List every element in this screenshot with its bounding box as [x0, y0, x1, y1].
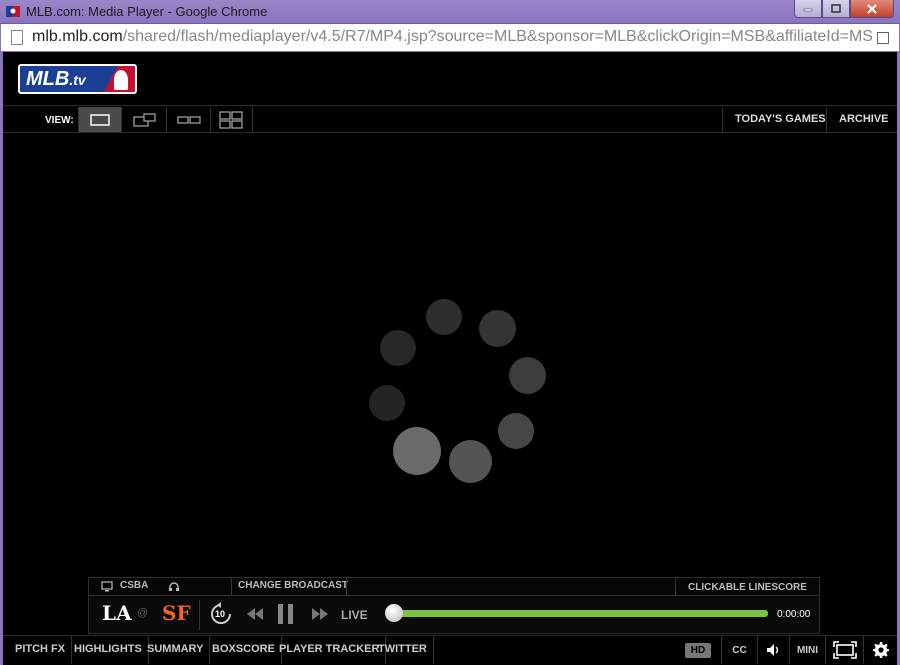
window-border-left — [0, 52, 3, 665]
at-symbol: @ — [137, 607, 149, 619]
view-side-by-side-button[interactable] — [167, 107, 211, 132]
elapsed-time: 0:00:00 — [777, 609, 811, 620]
rewind-10-button[interactable]: 10 — [209, 602, 233, 626]
archive-link[interactable]: ARCHIVE — [826, 107, 897, 133]
skip-back-button[interactable] — [246, 607, 264, 621]
close-button[interactable] — [850, 0, 894, 18]
view-pip-button[interactable] — [123, 107, 167, 132]
page-action-icon[interactable] — [877, 32, 889, 44]
mlbtv-logo[interactable]: MLB.tv — [18, 64, 137, 94]
todays-games-link[interactable]: TODAY'S GAMES — [722, 107, 838, 133]
mlb-favicon-icon — [6, 6, 20, 17]
url-field[interactable]: mlb.mlb.com/shared/flash/mediaplayer/v4.… — [32, 28, 872, 46]
change-broadcast-button[interactable]: CHANGE BROADCAST — [238, 580, 348, 591]
clickable-linescore-button[interactable]: CLICKABLE LINESCORE — [688, 582, 807, 593]
fullscreen-icon — [832, 641, 857, 659]
closed-captions-button[interactable]: CC — [721, 636, 757, 664]
pitch-fx-tab[interactable]: PITCH FX — [9, 636, 73, 664]
bottom-bar: PITCH FX HIGHLIGHTS SUMMARY BOXSCORE PLA… — [3, 635, 897, 664]
minimize-icon — [803, 8, 813, 11]
view-quad-button[interactable] — [209, 107, 253, 132]
twitter-tab[interactable]: TWITTER — [372, 636, 434, 664]
pause-button[interactable] — [277, 604, 295, 624]
quad-view-icon — [218, 110, 243, 129]
progress-thumb[interactable] — [385, 604, 403, 622]
window-title: MLB.com: Media Player - Google Chrome — [26, 4, 268, 19]
player-controls: CSBA CHANGE BROADCAST CLICKABLE LINESCOR… — [88, 577, 820, 634]
skip-forward-button[interactable] — [311, 607, 329, 621]
view-single-button[interactable] — [78, 107, 122, 132]
broadcast-bar: CSBA CHANGE BROADCAST CLICKABLE LINESCOR… — [88, 577, 820, 595]
home-team-logo: SF — [162, 601, 191, 625]
fullscreen-button[interactable] — [825, 636, 863, 664]
away-team-logo: LA — [102, 601, 132, 625]
gear-icon — [872, 642, 889, 658]
settings-button[interactable] — [863, 636, 897, 664]
transport-bar: LA @ SF 10 LIVE 0:00:00 — [88, 595, 820, 634]
player-tracker-tab[interactable]: PLAYER TRACKER — [273, 636, 387, 664]
tv-icon — [101, 581, 113, 592]
close-icon — [867, 3, 877, 14]
live-button[interactable]: LIVE — [341, 608, 368, 622]
headphones-icon[interactable] — [168, 581, 180, 592]
mini-player-button[interactable]: MINI — [789, 636, 825, 664]
volume-icon — [766, 644, 778, 656]
broadcast-name[interactable]: CSBA — [120, 580, 148, 591]
picture-in-picture-icon — [132, 112, 156, 127]
maximize-icon — [831, 4, 841, 13]
view-bar: VIEW: TODAY'S GAMES ARCHIVE — [3, 107, 897, 133]
maximize-button[interactable] — [822, 0, 850, 18]
volume-button[interactable] — [757, 636, 789, 664]
hd-toggle[interactable]: HD — [685, 643, 711, 658]
window-titlebar: MLB.com: Media Player - Google Chrome — [0, 0, 900, 24]
boxscore-tab[interactable]: BOXSCORE — [206, 636, 282, 664]
address-bar[interactable]: mlb.mlb.com/shared/flash/mediaplayer/v4.… — [0, 24, 900, 52]
minimize-button[interactable] — [794, 0, 822, 18]
summary-tab[interactable]: SUMMARY — [141, 636, 211, 664]
view-label: VIEW: — [45, 115, 74, 126]
mlbtv-header: MLB.tv — [3, 52, 897, 106]
page-icon — [11, 30, 23, 45]
highlights-tab[interactable]: HIGHLIGHTS — [68, 636, 149, 664]
single-view-icon — [90, 113, 110, 126]
progress-bar[interactable] — [394, 610, 768, 617]
side-by-side-icon — [176, 115, 201, 124]
rewind-seconds: 10 — [215, 609, 226, 619]
